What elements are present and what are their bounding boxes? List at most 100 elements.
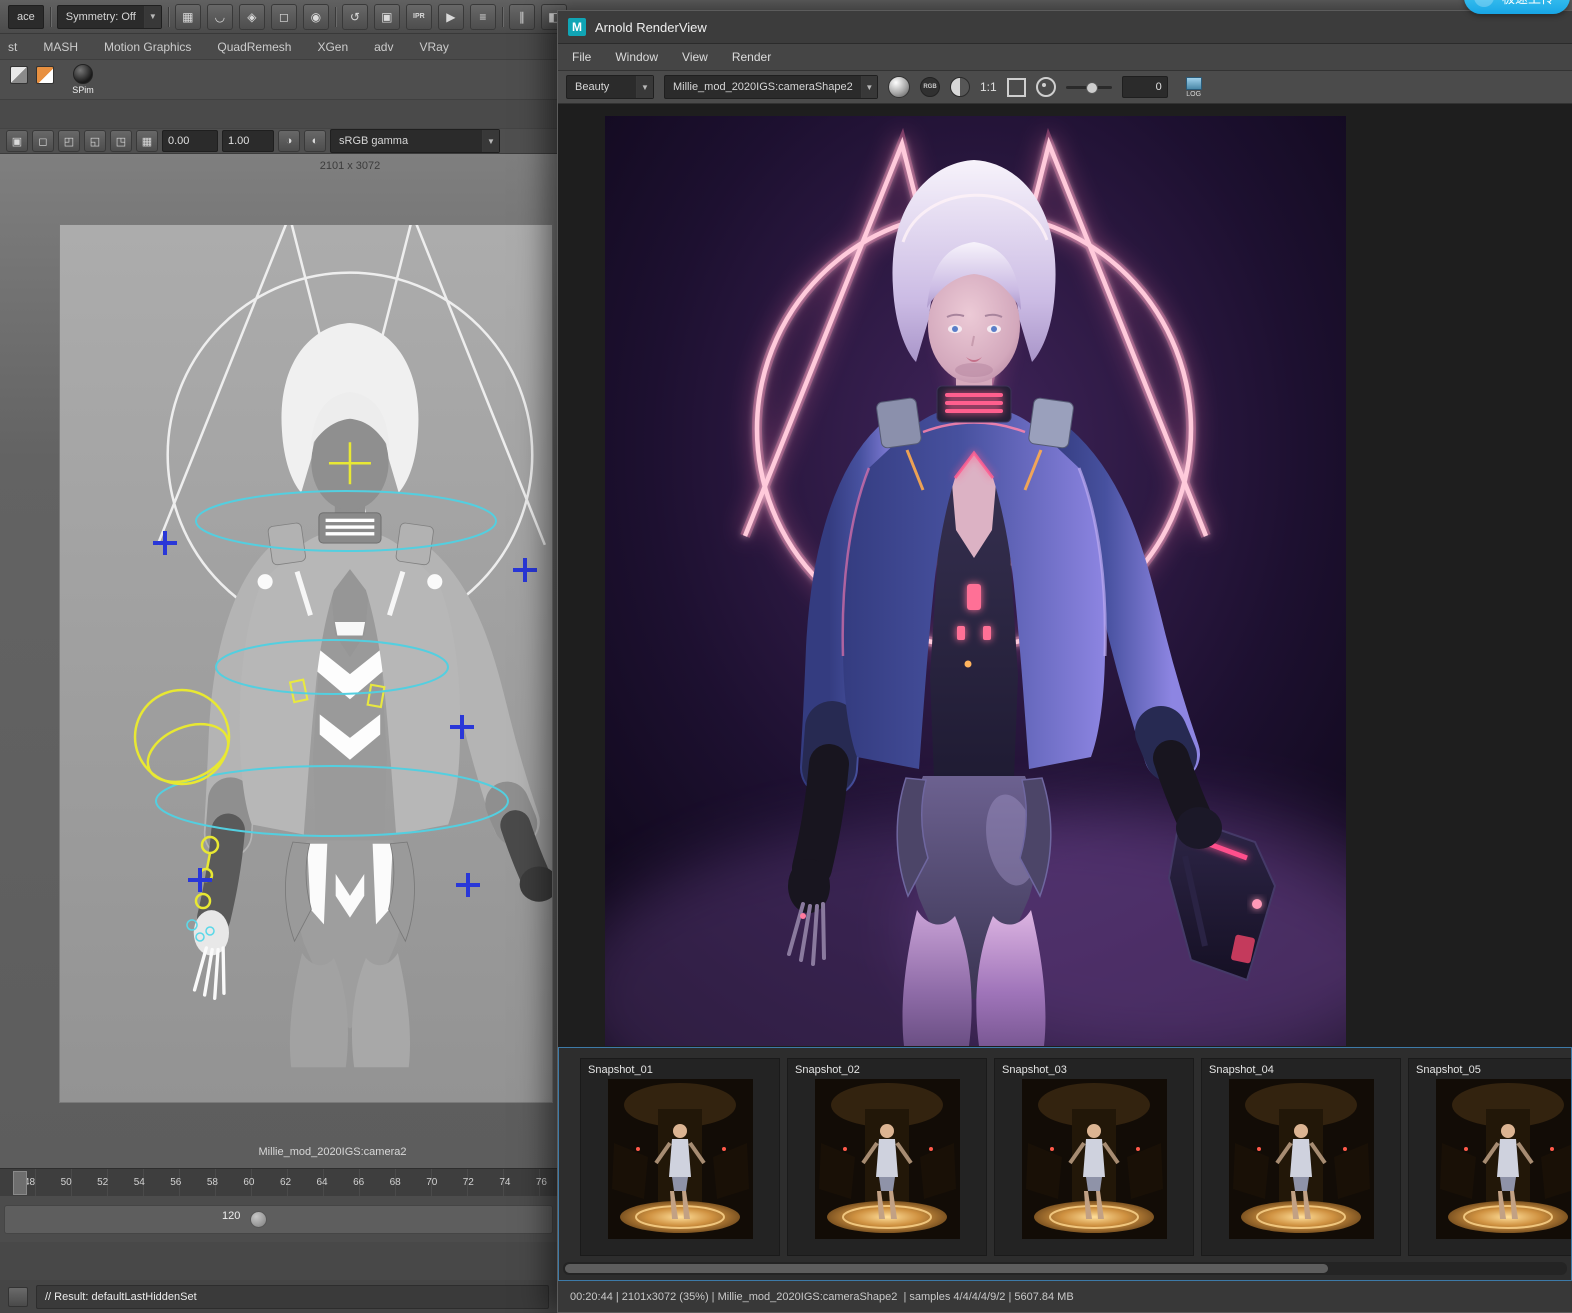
shelf-tab-vray[interactable]: VRay (419, 40, 448, 54)
shelf-tab-motion-graphics[interactable]: Motion Graphics (104, 40, 191, 54)
pause-icon[interactable]: ∥ (508, 3, 535, 30)
exposure-field[interactable] (162, 130, 218, 152)
snapshot-tile-5[interactable]: Snapshot_05 (1408, 1058, 1571, 1256)
rgb-channels-icon[interactable]: RGB (920, 77, 940, 97)
grid-snap-icon[interactable]: ▦ (174, 3, 201, 30)
menu-window[interactable]: Window (615, 50, 658, 64)
symmetry-dropdown[interactable]: Symmetry: Off ▼ (56, 4, 162, 29)
viewport[interactable]: 2101 x 3072 Millie_mod_2020IGS:camera2 (0, 154, 557, 1168)
camera-icon[interactable]: ▣ (6, 130, 28, 152)
tick-label: 56 (170, 1177, 182, 1188)
script-result-field[interactable]: // Result: defaultLastHiddenSet (36, 1284, 549, 1309)
tick-label: 70 (426, 1177, 438, 1188)
shelf-tab-mash[interactable]: MASH (43, 40, 78, 54)
view-transform-dropdown[interactable]: sRGB gamma ▼ (330, 129, 500, 153)
snapshot-label: Snapshot_05 (1416, 1064, 1481, 1076)
left-partial-label: ace (17, 10, 35, 23)
shelf-tab-adv[interactable]: adv (374, 40, 393, 54)
snapshot-tile-1[interactable]: Snapshot_01 (580, 1058, 780, 1256)
symmetry-label: Symmetry: Off (65, 10, 136, 23)
ipr-render-icon[interactable]: IPR (405, 3, 432, 30)
menu-view[interactable]: View (682, 50, 708, 64)
make-live-icon[interactable]: ◉ (302, 3, 329, 30)
snapshot-tile-2[interactable]: Snapshot_02 (787, 1058, 987, 1256)
upload-label: 极速上传 (1502, 0, 1554, 7)
curve-snap-icon[interactable]: ◡ (206, 3, 233, 30)
left-partial-control[interactable]: ace (8, 4, 44, 29)
rendered-image (605, 116, 1346, 1046)
shelf-tab-xgen[interactable]: XGen (317, 40, 348, 54)
snapshot-thumbnail (814, 1079, 960, 1239)
horizontal-scrollbar[interactable] (563, 1262, 1567, 1275)
maya-logo-icon: M (568, 18, 586, 36)
plane-snap-icon[interactable]: ◻ (270, 3, 297, 30)
gamma-icon[interactable]: ◐ (304, 130, 326, 152)
scrollbar-thumb[interactable] (565, 1264, 1329, 1273)
history-icon[interactable]: ↺ (341, 3, 368, 30)
chevron-down-icon: ▼ (143, 5, 161, 28)
maya-application: ace Symmetry: Off ▼ ▦ ◡ ◈ ◻ ◉ ↺ ▣ IPR ▶ … (0, 0, 1572, 1313)
camera-dropdown-label: Millie_mod_2020IGS:cameraShape2 (673, 81, 853, 93)
log-icon (1185, 76, 1202, 90)
range-slider-row: 120 (0, 1196, 557, 1243)
render-canvas[interactable] (558, 104, 1572, 1047)
infinity-icon: ∞ (1473, 0, 1494, 7)
range-slider[interactable] (4, 1205, 553, 1234)
help-line: // Result: defaultLastHiddenSet (0, 1280, 557, 1313)
shelf-item-spim[interactable]: SPim (62, 64, 104, 95)
aov-label: Beauty (575, 81, 610, 93)
camera-dropdown[interactable]: Millie_mod_2020IGS:cameraShape2 ▼ (664, 75, 878, 99)
tick-label: 52 (97, 1177, 109, 1188)
snapshot-thumbnail (1228, 1079, 1374, 1239)
render-sequence-icon[interactable]: ▶ (437, 3, 464, 30)
shelf-tab-partial[interactable]: st (8, 40, 17, 54)
menu-file[interactable]: File (572, 50, 591, 64)
gate-mask-icon[interactable]: ◱ (84, 130, 106, 152)
command-line-icon[interactable] (8, 1286, 28, 1307)
tick-label: 50 (60, 1177, 72, 1188)
tick-label: 62 (279, 1177, 292, 1188)
toolbar-separator (501, 6, 503, 27)
shelf-material-icon[interactable] (36, 66, 54, 84)
snapshot-tile-4[interactable]: Snapshot_04 (1201, 1058, 1401, 1256)
log-display-toggle[interactable]: LOG (1185, 76, 1202, 98)
snapshot-label: Snapshot_01 (588, 1064, 653, 1076)
time-slider[interactable]: 48 50 52 54 56 58 60 62 64 66 68 70 72 7… (0, 1168, 557, 1196)
exposure-icon[interactable]: ◑ (278, 130, 300, 152)
shelf-tab-quadremesh[interactable]: QuadRemesh (217, 40, 291, 54)
aperture-icon[interactable] (1035, 77, 1056, 97)
aov-dropdown[interactable]: Beauty ▼ (566, 75, 654, 99)
range-slider-handle[interactable] (250, 1211, 267, 1228)
point-snap-icon[interactable]: ◈ (238, 3, 265, 30)
ab-compare-icon[interactable] (950, 77, 970, 97)
exposure-value-field[interactable] (1121, 76, 1168, 98)
tick-label: 66 (353, 1177, 365, 1188)
upload-overlay-button[interactable]: ∞ 极速上传 (1463, 0, 1570, 14)
toolbar-separator (334, 6, 336, 27)
film-gate-icon[interactable]: ◻ (32, 130, 54, 152)
current-time-marker[interactable] (13, 1171, 27, 1195)
snapshot-thumbnail (1021, 1079, 1167, 1239)
gamma-field[interactable] (222, 130, 274, 152)
exposure-slider[interactable] (1065, 81, 1112, 94)
toolbar-separator (49, 6, 51, 27)
safe-action-icon[interactable]: ◳ (110, 130, 132, 152)
shelf-plane-icon[interactable] (10, 66, 28, 84)
render-ball-icon[interactable] (888, 76, 910, 98)
tick-label: 64 (316, 1177, 328, 1188)
snapshots-strip: Snapshot_01 Snapshot_02 Snapshot_03 Snap… (558, 1047, 1572, 1281)
tick-label: 54 (133, 1177, 145, 1188)
field-chart-icon[interactable]: ▦ (136, 130, 158, 152)
resolution-gate-icon[interactable]: ◰ (58, 130, 80, 152)
snapshot-tile-3[interactable]: Snapshot_03 (994, 1058, 1194, 1256)
menu-render[interactable]: Render (732, 50, 771, 64)
exposure-slider-handle[interactable] (1085, 81, 1098, 94)
tick-label: 74 (499, 1177, 511, 1188)
window-title-bar[interactable]: M Arnold RenderView (558, 11, 1572, 44)
camera-name-label: Millie_mod_2020IGS:camera2 (258, 1146, 407, 1158)
render-frame-icon[interactable]: ▣ (373, 3, 400, 30)
tick-label: 68 (389, 1177, 401, 1188)
zoom-ratio-label[interactable]: 1:1 (980, 80, 997, 94)
region-crop-icon[interactable] (1006, 77, 1026, 97)
render-settings-icon[interactable]: ≡ (469, 3, 496, 30)
